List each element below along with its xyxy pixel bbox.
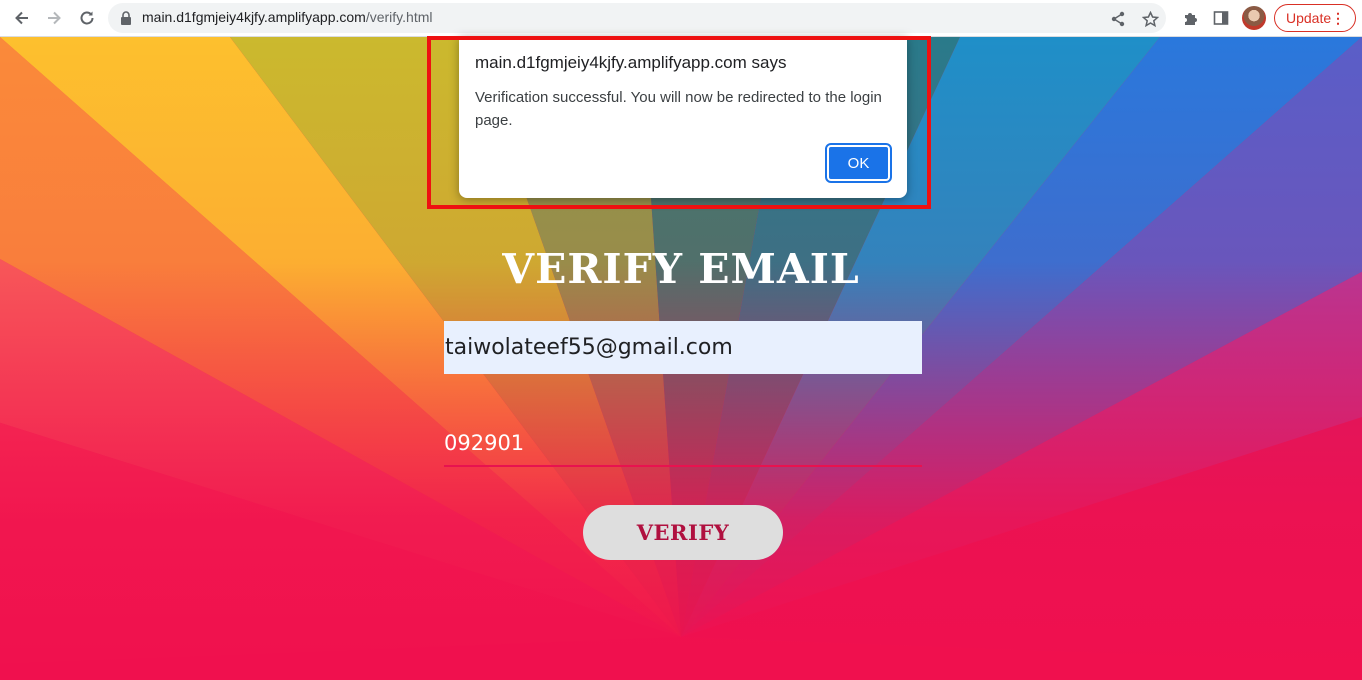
browser-toolbar: main.d1fgmjeiy4kjfy.amplifyapp.com/verif…: [0, 0, 1362, 37]
share-button[interactable]: [1108, 9, 1128, 29]
puzzle-icon: [1184, 12, 1197, 25]
menu-icon: ⋮: [1331, 10, 1345, 26]
arrow-right-icon: [48, 11, 61, 25]
url-host: main.d1fgmjeiy4kjfy.amplifyapp.com: [142, 9, 366, 25]
update-label: Update: [1286, 10, 1332, 26]
verify-button[interactable]: VERIFY: [583, 505, 783, 560]
update-button[interactable]: Update ⋮: [1274, 4, 1356, 32]
back-button[interactable]: [8, 4, 36, 32]
bookmark-button[interactable]: [1140, 9, 1160, 29]
alert-dialog: main.d1fgmjeiy4kjfy.amplifyapp.com says …: [459, 36, 907, 198]
dialog-title: main.d1fgmjeiy4kjfy.amplifyapp.com says: [475, 53, 787, 72]
address-bar[interactable]: main.d1fgmjeiy4kjfy.amplifyapp.com/verif…: [108, 3, 1166, 33]
url-text: main.d1fgmjeiy4kjfy.amplifyapp.com/verif…: [142, 9, 432, 25]
star-icon: [1141, 10, 1159, 27]
ok-button[interactable]: OK: [825, 143, 892, 183]
side-panel-button[interactable]: [1208, 5, 1234, 31]
email-field[interactable]: [444, 321, 922, 374]
arrow-left-icon: [15, 11, 28, 25]
side-panel-icon: [1213, 11, 1229, 25]
dialog-message: Verification successful. You will now be…: [475, 89, 882, 129]
share-icon: [1111, 11, 1125, 27]
verification-code-field[interactable]: [444, 421, 922, 467]
extensions-button[interactable]: [1177, 5, 1203, 31]
reload-icon: [80, 11, 94, 25]
lock-icon: [121, 11, 131, 25]
url-path: /verify.html: [365, 9, 433, 25]
forward-button[interactable]: [40, 4, 68, 32]
page-title: VERIFY EMAIL: [502, 245, 860, 293]
profile-avatar[interactable]: [1242, 6, 1266, 30]
reload-button[interactable]: [73, 4, 101, 32]
